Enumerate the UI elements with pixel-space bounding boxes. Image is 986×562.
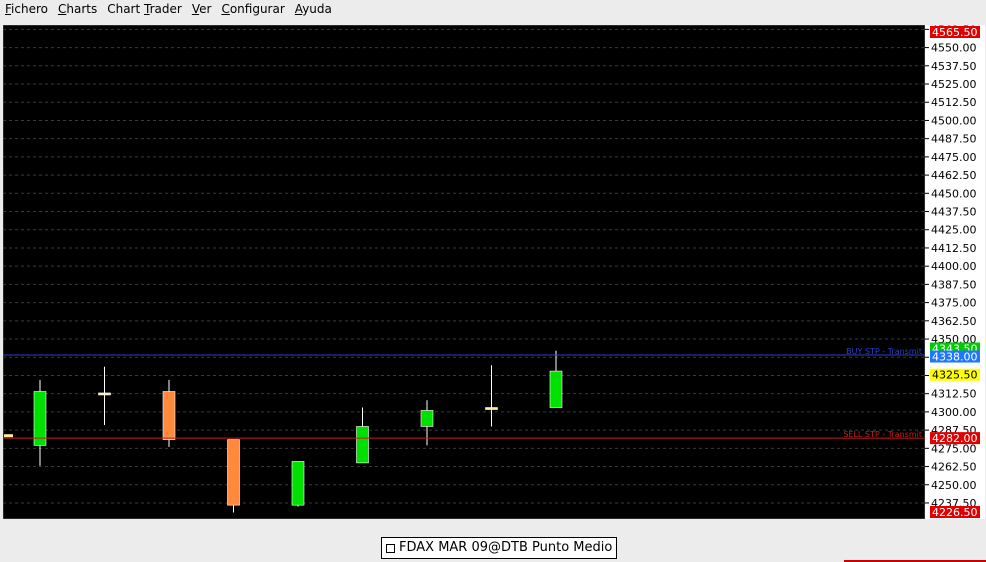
axis-tick-label: 4312.50 (931, 388, 977, 401)
candle-body[interactable] (33, 391, 47, 446)
candle-body[interactable] (549, 370, 563, 408)
axis-tick-label: 4375.00 (931, 297, 977, 310)
candle-body[interactable] (485, 407, 498, 410)
menu-configurar[interactable]: Configurar (216, 0, 289, 18)
axis-tick-label: 4537.50 (931, 60, 977, 73)
menu-fichero[interactable]: Fichero (0, 0, 53, 18)
axis-tick-label: 4525.00 (931, 78, 977, 91)
menu-ayuda[interactable]: Ayuda (290, 0, 337, 18)
axis-tick-label: 4550.00 (931, 42, 977, 55)
menu-label-rest: ichero (11, 2, 48, 16)
menu-charts[interactable]: Charts (53, 0, 102, 18)
buy-order-label: BUY STP - Transmit (846, 347, 922, 356)
menu-ver[interactable]: Ver (187, 0, 217, 18)
axis-tick-label: 4362.50 (931, 315, 977, 328)
axis-tick-label: 4475.00 (931, 151, 977, 164)
menu-chart-trader[interactable]: Chart Trader (102, 0, 187, 18)
candle-body[interactable] (227, 439, 240, 506)
axis-tick-label: 4250.00 (931, 479, 977, 492)
axis-tick-label: 4512.50 (931, 96, 977, 109)
instrument-label: FDAX MAR 09@DTB Punto Medio (399, 540, 613, 555)
candle-body[interactable] (356, 426, 369, 464)
checkbox-icon[interactable] (386, 543, 395, 553)
menu-label-prefix: Chart (107, 2, 145, 16)
axis-tick-label: 4400.00 (931, 260, 977, 273)
chart-panel[interactable]: 4237.50 4250.00 4262.50 4275.00 4287.50 4300.… (3, 25, 985, 519)
candle-body[interactable] (420, 410, 434, 427)
price-marker-label: 4565.50 (932, 26, 978, 39)
price-marker-label: 4325.50 (932, 369, 978, 382)
axis-tick-label: 4387.50 (931, 278, 977, 291)
price-marker-label: 4226.50 (932, 506, 978, 519)
axis-tick-label: 4437.50 (931, 206, 977, 219)
price-marker-label: 4338.00 (932, 351, 978, 364)
axis-tick-label: 4462.50 (931, 169, 977, 182)
menu-label-rest: rader (149, 2, 182, 16)
candle-body[interactable] (98, 392, 111, 396)
menu-label-rest: onfigurar (229, 2, 285, 16)
plot-area[interactable] (3, 25, 926, 519)
menu-mnemonic: C (221, 2, 230, 16)
axis-tick-label: 4425.00 (931, 224, 977, 237)
candle-body[interactable] (291, 461, 305, 506)
menu-label-rest: yuda (302, 2, 332, 16)
price-marker-label: 4282.00 (932, 432, 978, 445)
menu-bar: Fichero Charts Chart Trader Ver Configurar Ay… (0, 0, 986, 18)
axis-tick-label: 4300.00 (931, 406, 977, 419)
axis-tick-label: 4450.00 (931, 187, 977, 200)
axis-tick-label: 4487.50 (931, 133, 977, 146)
menu-label-rest: er (199, 2, 212, 16)
sell-order-label: SELL STP - Transmit (843, 430, 922, 439)
candlestick-chart[interactable]: 4237.504250.004262.504275.004287.504300.… (3, 25, 985, 519)
axis-tick-label: 4412.50 (931, 242, 977, 255)
previous-tick-marker (4, 434, 13, 438)
axis-tick-label: 4500.00 (931, 114, 977, 127)
instrument-tab[interactable]: FDAX MAR 09@DTB Punto Medio (381, 537, 618, 559)
menu-label-rest: harts (66, 2, 98, 16)
axis-tick-label: 4262.50 (931, 461, 977, 474)
candle-body[interactable] (162, 391, 176, 440)
